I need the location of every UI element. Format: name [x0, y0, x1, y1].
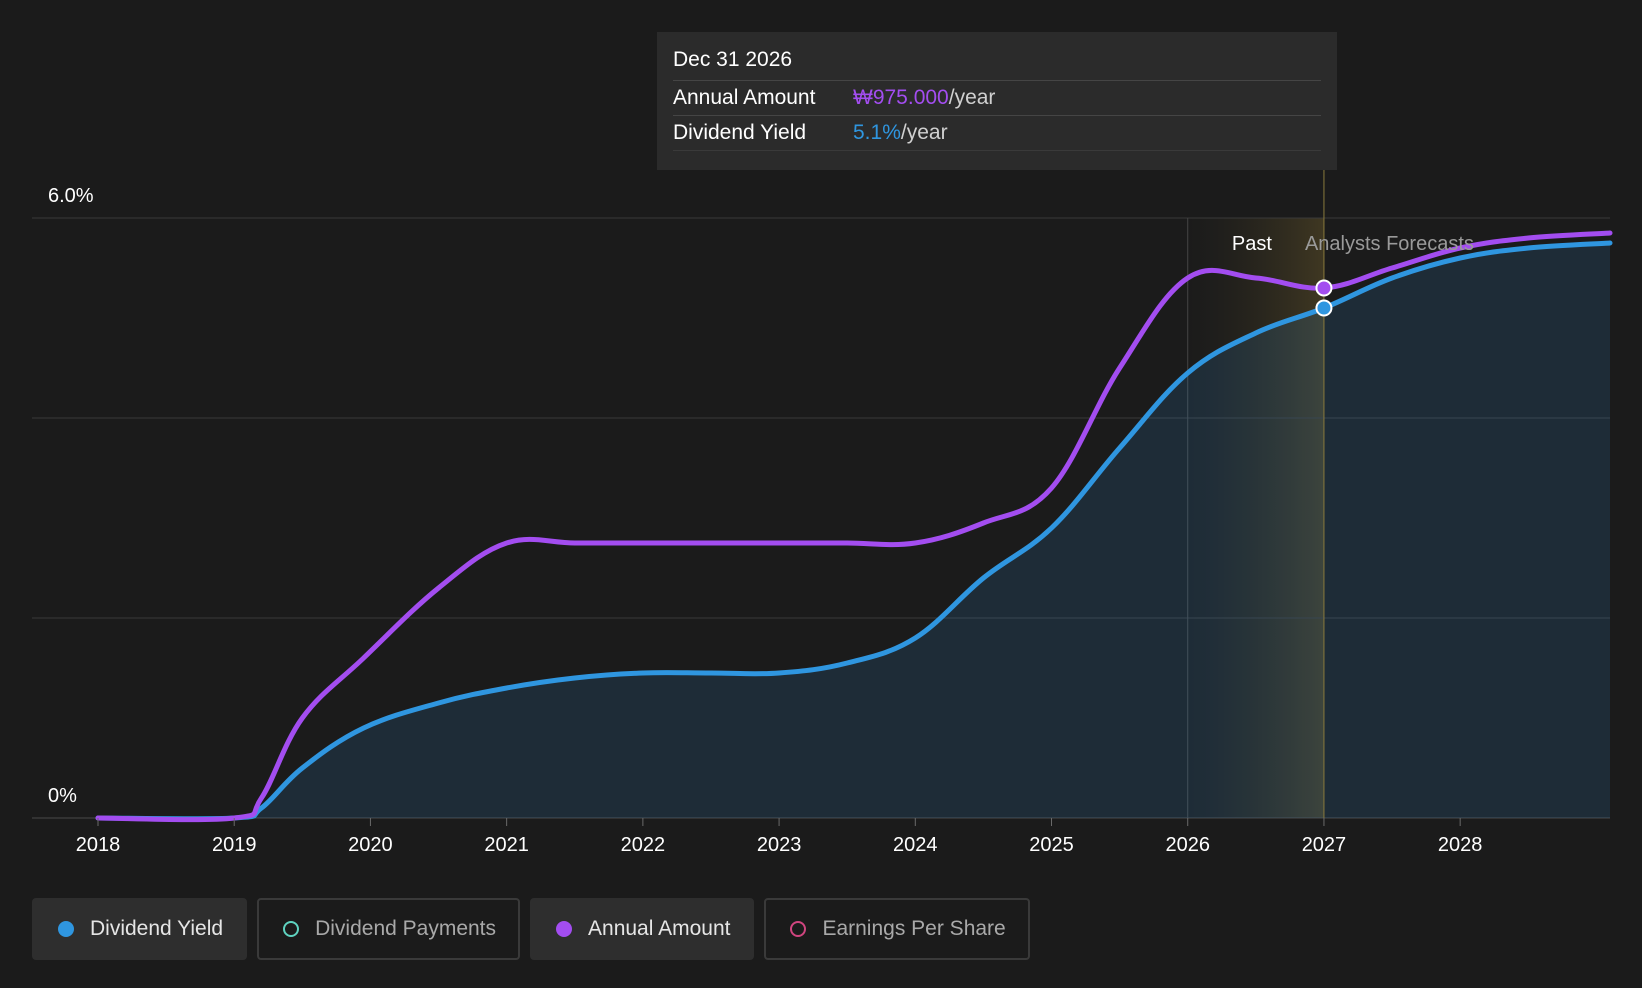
- legend-label: Earnings Per Share: [822, 917, 1006, 940]
- legend-dividend-payments-button[interactable]: Dividend Payments: [257, 898, 521, 960]
- x-tick-label: 2018: [76, 834, 121, 856]
- tooltip-row-dividend-yield: Dividend Yield 5.1% /year: [673, 116, 1321, 151]
- dividend-yield-marker[interactable]: [1315, 299, 1333, 317]
- tooltip-label: Annual Amount: [673, 86, 816, 109]
- x-tick-label: 2026: [1165, 834, 1210, 856]
- forecast-label: Analysts Forecasts: [1305, 233, 1474, 255]
- tooltip-unit: /year: [948, 86, 996, 109]
- x-tick-label: 2021: [484, 834, 529, 856]
- x-tick-label: 2025: [1029, 834, 1074, 856]
- tooltip-value: ₩975.000: [853, 86, 949, 109]
- dot-icon: [556, 921, 573, 937]
- dot-icon: [58, 921, 74, 937]
- legend-dividend-yield-button[interactable]: Dividend Yield: [32, 898, 248, 960]
- ring-icon: [283, 921, 300, 937]
- ring-icon: [790, 921, 807, 937]
- tooltip-value: 5.1%: [853, 121, 901, 144]
- tooltip-row-annual-amount: Annual Amount ₩975.000 /year: [673, 81, 1321, 116]
- legend-earnings-per-share-button[interactable]: Earnings Per Share: [764, 898, 1030, 960]
- x-tick-label: 2020: [348, 834, 393, 856]
- x-tick-label: 2023: [757, 834, 802, 856]
- tooltip-label: Dividend Yield: [673, 121, 807, 144]
- tooltip-unit: /year: [900, 121, 948, 144]
- past-label: Past: [1232, 233, 1272, 255]
- x-tick-label: 2022: [621, 834, 666, 856]
- tooltip-date: Dec 31 2026: [673, 46, 1321, 81]
- x-tick-label: 2027: [1302, 834, 1347, 856]
- legend-annual-amount-button[interactable]: Annual Amount: [530, 898, 755, 960]
- legend: Dividend Yield Dividend Payments Annual …: [32, 898, 1030, 960]
- x-tick-label: 2019: [212, 834, 257, 856]
- x-tick-label: 2028: [1438, 834, 1483, 856]
- y-tick-label: 6.0%: [48, 185, 94, 207]
- legend-label: Dividend Payments: [315, 917, 497, 940]
- legend-label: Annual Amount: [588, 917, 731, 940]
- annual-amount-marker[interactable]: [1315, 279, 1333, 297]
- dividend-yield-area: [98, 243, 1610, 819]
- tooltip: Dec 31 2026 Annual Amount ₩975.000 /year…: [657, 32, 1337, 170]
- x-tick-label: 2024: [893, 834, 938, 856]
- legend-label: Dividend Yield: [90, 917, 224, 940]
- y-tick-label: 0%: [48, 785, 77, 807]
